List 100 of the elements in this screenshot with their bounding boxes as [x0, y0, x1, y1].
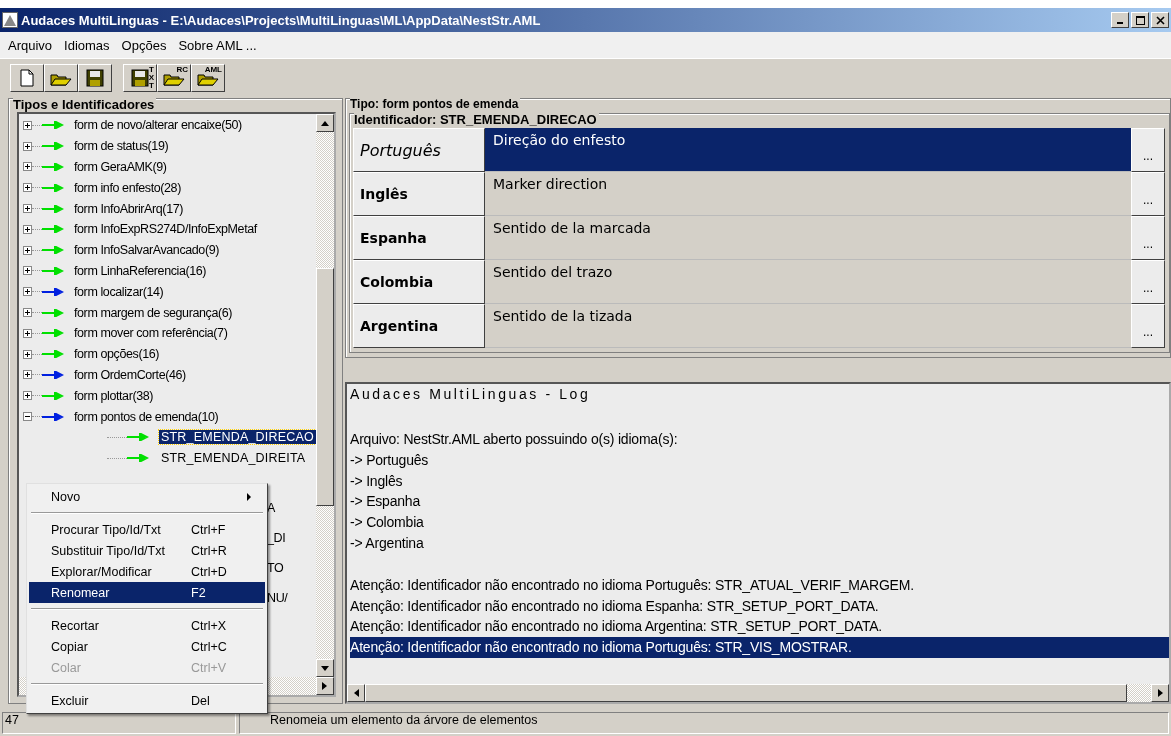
save-button[interactable] — [78, 63, 112, 92]
scroll-down-button[interactable] — [315, 659, 334, 677]
menu-item[interactable]: Idiomas — [64, 37, 110, 53]
expand-icon[interactable] — [23, 370, 32, 380]
icon-tag: TXT — [148, 65, 155, 90]
expand-icon[interactable] — [23, 412, 32, 422]
tree-item[interactable]: form de novo/alterar encaixe(50) — [23, 115, 316, 136]
expand-icon[interactable] — [23, 391, 32, 401]
tree-item[interactable]: form pontos de emenda(10) — [23, 406, 316, 427]
menu-item[interactable]: Opções — [121, 37, 167, 53]
scroll-right-button[interactable] — [1151, 684, 1169, 702]
log-line: Atenção: Identificador não encontrado no idioma Português: STR_ATUAL_VERIF_MARGEM. — [350, 575, 915, 595]
scrollbar[interactable] — [315, 114, 334, 677]
tree-item[interactable]: STR_EMENDA_DIRECAO — [23, 426, 316, 448]
down-arrow-icon — [320, 665, 329, 671]
expand-icon[interactable] — [23, 141, 32, 151]
tree-item[interactable]: STR_EMENDA_DIREITA — [23, 447, 316, 469]
submenu-arrow-icon — [247, 492, 251, 501]
up-arrow-icon — [320, 120, 329, 126]
expand-icon[interactable] — [23, 183, 32, 193]
tree-item[interactable]: form localizar(14) — [23, 281, 316, 303]
edit-button[interactable]: ... — [1131, 172, 1165, 216]
panel-title: Tipos e Identificadores — [13, 97, 157, 112]
tree-item[interactable]: form info enfesto(28) — [23, 177, 316, 199]
language-button[interactable]: Inglês — [353, 172, 485, 216]
left-arrow-icon — [353, 689, 359, 697]
tree-item[interactable]: form mover com referência(7) — [23, 322, 316, 344]
close-button[interactable] — [1151, 12, 1169, 28]
tree-item[interactable]: form InfoAbrirArq(17) — [23, 198, 316, 219]
icon-tag: AML — [204, 65, 222, 74]
type-title: Tipo: form pontos de emenda — [350, 97, 521, 111]
menu-item[interactable]: Substituir Tipo/Id/Txt Ctrl+R — [29, 540, 265, 561]
menu-item[interactable]: Renomear F2 — [29, 582, 265, 603]
expand-icon[interactable] — [23, 328, 32, 338]
log-line: Arquivo: NestStr.AML aberto possuindo o(s) idioma(s): — [350, 430, 679, 449]
app-logo-icon — [2, 12, 18, 28]
save-button[interactable]: TXT — [123, 63, 157, 92]
tree-item-text: A — [267, 500, 275, 515]
scroll-right-button[interactable] — [315, 677, 334, 695]
expand-icon[interactable] — [23, 162, 32, 172]
log-line: -> Inglês — [350, 471, 404, 491]
menu-item[interactable]: Procurar Tipo/Id/Txt Ctrl+F — [29, 519, 265, 540]
log-title: Audaces MultiLinguas - Log — [350, 386, 592, 404]
tree-item[interactable]: form OrdemCorte(46) — [23, 364, 316, 386]
expand-icon[interactable] — [23, 287, 32, 297]
tree-item[interactable]: form InfoExpRS274D/InfoExpMetaf — [23, 219, 316, 240]
log-line: -> Português — [350, 450, 430, 470]
edit-button[interactable]: ... — [1131, 216, 1165, 260]
tree-item-text: _DI — [267, 530, 286, 545]
status-text: Renomeia um elemento da árvore de elementos — [239, 712, 1169, 734]
log-line: -> Argentina — [350, 534, 425, 553]
identifier-title: Identificador: STR_EMENDA_DIRECAO — [354, 112, 599, 127]
log-line: -> Colombia — [350, 513, 425, 533]
expand-icon[interactable] — [23, 349, 32, 359]
menu-item[interactable]: Sobre AML ... — [178, 37, 257, 53]
tree-item[interactable]: form GeraAMK(9) — [23, 156, 316, 178]
language-button[interactable]: Português — [353, 128, 485, 172]
close-icon — [1155, 15, 1165, 25]
minimize-icon — [1117, 22, 1123, 24]
menu-item[interactable]: Explorar/Modificar Ctrl+D — [29, 561, 265, 582]
maximize-button[interactable] — [1131, 12, 1149, 28]
edit-button[interactable]: ... — [1131, 128, 1165, 172]
open-folder-button[interactable] — [44, 63, 78, 92]
menu-item[interactable]: Arquivo — [8, 37, 53, 53]
maximize-icon — [1135, 15, 1145, 25]
expand-icon[interactable] — [23, 245, 32, 255]
minimize-button[interactable] — [1111, 12, 1129, 28]
open-folder-button[interactable]: AML — [191, 63, 225, 92]
tree-item-text: TO — [267, 560, 284, 575]
expand-icon[interactable] — [23, 266, 32, 276]
menu-item[interactable]: Copiar Ctrl+C — [29, 636, 265, 657]
tree-item[interactable]: form plottar(38) — [23, 385, 316, 407]
icon-tag: RC — [176, 65, 188, 74]
expand-icon[interactable] — [23, 224, 32, 234]
menu-item[interactable]: Excluir Del — [29, 690, 265, 711]
language-button[interactable]: Argentina — [353, 304, 485, 348]
edit-button[interactable]: ... — [1131, 304, 1165, 348]
menu-item[interactable]: Novo — [29, 486, 265, 507]
window-title: Audaces MultiLinguas - E:\Audaces\Projects\MultiLinguas\ML\AppData\NestStr.AML — [21, 12, 542, 28]
scroll-left-button[interactable] — [347, 684, 365, 702]
menu-item[interactable]: Recortar Ctrl+X — [29, 615, 265, 636]
log-line: -> Espanha — [350, 492, 422, 512]
language-button[interactable]: Espanha — [353, 216, 485, 260]
scroll-thumb[interactable] — [315, 268, 334, 506]
right-arrow-icon — [322, 682, 328, 690]
tree-item[interactable]: form LinhaReferencia(16) — [23, 260, 316, 282]
language-button[interactable]: Colombia — [353, 260, 485, 304]
new-file-button[interactable] — [10, 63, 44, 92]
scroll-up-button[interactable] — [315, 114, 334, 132]
translation-cell[interactable]: Direção do enfesto — [485, 128, 1131, 172]
tree-item[interactable]: form de status(19) — [23, 135, 316, 157]
tree-item[interactable]: form InfoSalvarAvancado(9) — [23, 239, 316, 261]
expand-icon[interactable] — [23, 120, 32, 130]
open-folder-button[interactable]: RC — [157, 63, 191, 92]
expand-icon[interactable] — [23, 204, 32, 214]
tree-item[interactable]: form margem de segurança(6) — [23, 302, 316, 323]
tree-item[interactable]: form opções(16) — [23, 343, 316, 365]
expand-icon[interactable] — [23, 308, 32, 318]
edit-button[interactable]: ... — [1131, 260, 1165, 304]
log-line: Atenção: Identificador não encontrado no idioma Espanha: STR_SETUP_PORT_DATA. — [350, 596, 880, 616]
